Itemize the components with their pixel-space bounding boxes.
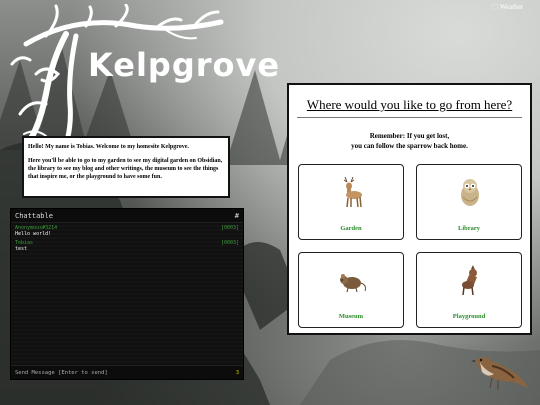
deer-icon bbox=[343, 176, 362, 208]
mouse-icon bbox=[340, 274, 366, 293]
chat-message: Tobias [0003] test bbox=[11, 238, 243, 253]
panel-note: Remember: If you get lost, you can follo… bbox=[289, 131, 530, 151]
intro-description: Here you'll be able to go to my garden t… bbox=[28, 158, 223, 180]
chat-message-text: Hello world! bbox=[15, 231, 52, 237]
site-name: Kelpgrove bbox=[88, 46, 281, 84]
chat-message: Anonymous#3214 [0003] Hello world! bbox=[11, 223, 243, 238]
chat-online-count: 3 bbox=[235, 369, 239, 376]
museum-link[interactable]: Museum bbox=[298, 252, 404, 328]
library-label: Library bbox=[457, 225, 481, 232]
chat-header: Chattable # bbox=[11, 209, 243, 223]
broken-image-icon bbox=[492, 4, 498, 10]
garden-label: Garden bbox=[340, 225, 362, 232]
weather-alt-text: Weather bbox=[500, 3, 524, 11]
intro-greeting: Hello! My name is Tobias. Welcome to my … bbox=[28, 144, 189, 150]
playground-link[interactable]: Playground bbox=[416, 252, 522, 328]
chat-input-placeholder: Send Message [Enter to send] bbox=[15, 369, 108, 376]
chat-message-tag: [0003] bbox=[220, 225, 239, 231]
chat-widget: Chattable # Anonymous#3214 [0003] Hello … bbox=[10, 208, 244, 380]
owl-icon bbox=[461, 179, 479, 206]
chat-input[interactable]: Send Message [Enter to send] 3 bbox=[11, 365, 243, 379]
garden-link[interactable]: Garden bbox=[298, 164, 404, 240]
navigation-panel: Where would you like to go from here? Re… bbox=[287, 83, 532, 335]
chat-message-tag: [0003] bbox=[220, 240, 239, 246]
sparrow-icon[interactable] bbox=[470, 352, 532, 398]
panel-title: Where would you like to go from here? bbox=[306, 97, 513, 112]
chat-messages[interactable]: Anonymous#3214 [0003] Hello world! Tobia… bbox=[11, 223, 243, 366]
panel-note-line1: Remember: If you get lost, bbox=[369, 132, 450, 140]
weather-widget: Weather bbox=[492, 3, 523, 11]
panel-note-line2: you can follow the sparrow back home. bbox=[351, 142, 468, 150]
library-link[interactable]: Library bbox=[416, 164, 522, 240]
hash-icon[interactable]: # bbox=[235, 212, 239, 220]
dog-icon bbox=[462, 265, 477, 296]
museum-label: Museum bbox=[338, 313, 364, 320]
chat-message-text: test bbox=[15, 246, 28, 252]
intro-box: Hello! My name is Tobias. Welcome to my … bbox=[22, 136, 230, 198]
chat-title: Chattable bbox=[15, 211, 53, 220]
panel-divider bbox=[297, 117, 522, 118]
playground-label: Playground bbox=[452, 313, 486, 320]
